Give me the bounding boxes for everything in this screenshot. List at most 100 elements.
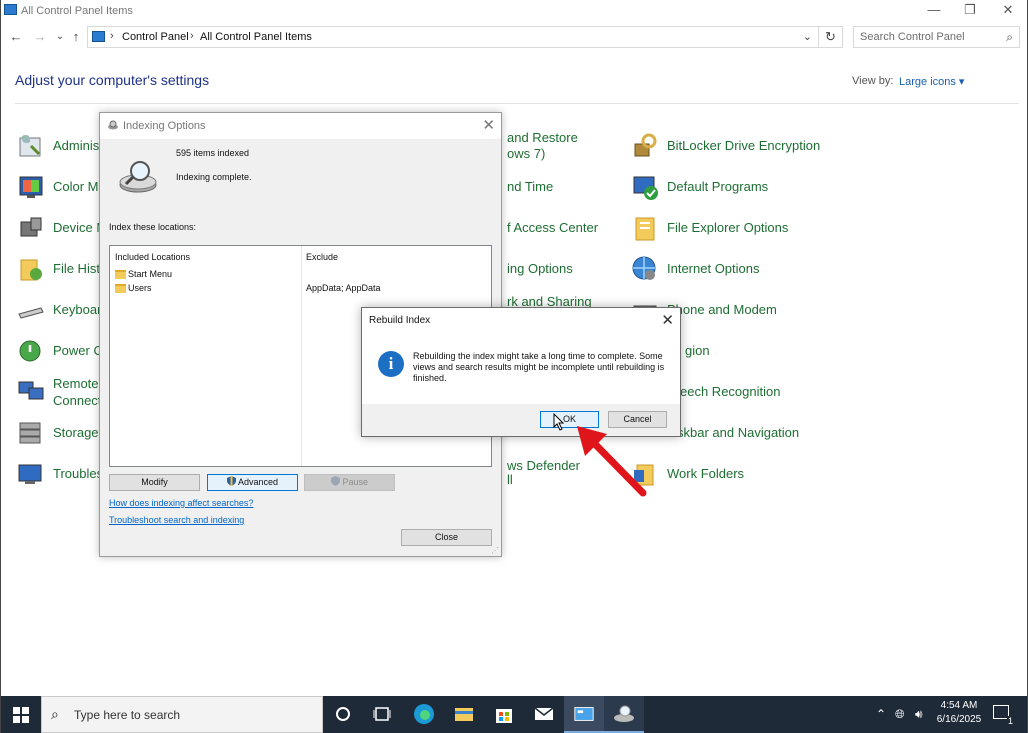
- taskbar-indexing-options[interactable]: [604, 696, 644, 733]
- color-management-icon: [19, 176, 43, 198]
- info-icon: i: [378, 351, 404, 377]
- rebuild-dialog-title: Rebuild Index: [369, 315, 431, 326]
- resize-grip-icon[interactable]: ⋰: [491, 546, 499, 555]
- indexing-help-link[interactable]: How does indexing affect searches?: [109, 498, 253, 508]
- chevron-down-icon[interactable]: ⌄: [803, 30, 812, 43]
- network-globe-icon[interactable]: 🌐︎: [895, 707, 905, 722]
- globe-icon: [632, 256, 656, 280]
- advanced-button-label: Advanced: [237, 477, 279, 487]
- pause-button-label: Pause: [342, 477, 369, 487]
- start-button[interactable]: [1, 696, 41, 733]
- remote-connections-icon: [18, 381, 44, 400]
- taskbar-search-input[interactable]: ⌕ Type here to search: [41, 696, 323, 733]
- cp-item-label: skbar and Navigation: [677, 425, 800, 440]
- window-title: All Control Panel Items: [21, 5, 133, 17]
- close-icon[interactable]: ✕: [661, 311, 674, 329]
- folder-icon: [115, 270, 126, 279]
- notification-count: 1: [1006, 716, 1014, 726]
- file-history-icon: [20, 259, 42, 281]
- notification-center-icon[interactable]: 1: [993, 705, 1014, 726]
- search-placeholder: Search Control Panel: [860, 31, 965, 43]
- chevron-right-icon: ›: [190, 30, 194, 42]
- default-programs-icon: [633, 176, 658, 200]
- cp-item-label: Phone and Modem: [667, 302, 777, 317]
- cp-item-label: gion: [685, 343, 710, 358]
- control-panel-icon: [4, 4, 17, 15]
- indexing-icon: [108, 120, 118, 130]
- folder-icon: [115, 284, 126, 293]
- cp-item-label: Keyboar: [53, 302, 102, 317]
- chevron-right-icon: ›: [110, 30, 114, 42]
- minimize-button[interactable]: —: [917, 0, 951, 22]
- mail-icon[interactable]: [532, 702, 556, 726]
- cp-item-label: Storage: [53, 425, 99, 440]
- chevron-up-icon[interactable]: ⌃: [876, 707, 886, 721]
- taskbar: ⌕ Type here to search ⌃ 🌐︎ 🔊︎ 4:54 AM 6/…: [1, 696, 1027, 733]
- location-start-menu[interactable]: Start Menu: [128, 269, 172, 279]
- cp-item-label: Work Folders: [667, 466, 745, 481]
- items-indexed-count: 595 items indexed: [176, 148, 250, 158]
- desktop-screen: All Control Panel Items — ❐ ✕ ← → ⌄ ↑ › …: [0, 0, 1028, 733]
- control-panel-icon: [574, 707, 594, 721]
- address-bar[interactable]: › Control Panel › All Control Panel Item…: [87, 26, 819, 48]
- forward-button[interactable]: →: [31, 28, 49, 46]
- troubleshooting-icon: [18, 464, 42, 484]
- advanced-button[interactable]: Advanced: [207, 474, 298, 491]
- location-users[interactable]: Users: [128, 283, 152, 293]
- view-by-label: View by:: [852, 75, 894, 87]
- cp-item-label: Internet Options: [667, 261, 760, 276]
- exclude-header: Exclude: [306, 252, 339, 262]
- explorer-titlebar: All Control Panel Items — ❐ ✕: [1, 0, 1027, 22]
- rebuild-index-dialog: Rebuild Index ✕ i Rebuilding the index m…: [361, 307, 681, 437]
- column-divider: [301, 246, 302, 466]
- breadcrumb-control-panel[interactable]: Control Panel: [122, 31, 189, 43]
- search-icon[interactable]: ⌕: [1006, 30, 1013, 45]
- back-button[interactable]: ←: [7, 28, 25, 46]
- up-button[interactable]: ↑: [67, 28, 85, 46]
- page-heading: Adjust your computer's settings: [15, 72, 210, 88]
- refresh-button[interactable]: ↻: [819, 26, 843, 48]
- shield-icon: [330, 476, 340, 486]
- cp-item-label: Remote: [53, 376, 99, 391]
- close-icon[interactable]: ✕: [482, 116, 495, 134]
- taskbar-clock[interactable]: 4:54 AM 6/16/2025: [933, 699, 985, 727]
- cp-item-label: ing Options: [507, 261, 573, 276]
- close-window-button[interactable]: ✕: [991, 0, 1025, 22]
- file-explorer-icon[interactable]: [452, 702, 476, 726]
- edge-browser-icon[interactable]: [412, 702, 436, 726]
- pause-button[interactable]: Pause: [304, 474, 395, 491]
- restore-button[interactable]: ❐: [953, 0, 987, 22]
- file-explorer-options-icon: [635, 217, 655, 241]
- modify-button[interactable]: Modify: [109, 474, 200, 491]
- task-view-icon[interactable]: [370, 702, 394, 726]
- volume-icon[interactable]: 🔊︎: [915, 707, 923, 722]
- taskbar-search-placeholder: Type here to search: [74, 708, 181, 722]
- close-button[interactable]: Close: [401, 529, 492, 546]
- breadcrumb-all-items[interactable]: All Control Panel Items: [200, 31, 312, 43]
- taskbar-control-panel[interactable]: [564, 696, 604, 733]
- cp-item-label: Power O: [53, 343, 104, 358]
- cp-item-label: eech Recognition: [680, 384, 781, 399]
- search-icon: ⌕: [51, 706, 59, 722]
- indexing-status: Indexing complete.: [176, 172, 252, 182]
- rebuild-message: Rebuilding the index might take a long t…: [413, 351, 665, 383]
- windows-logo-icon: [13, 707, 29, 723]
- store-icon[interactable]: [492, 702, 516, 726]
- included-locations-header: Included Locations: [115, 252, 191, 262]
- cp-item-label: and Restore: [507, 130, 578, 145]
- exclude-users-value: AppData; AppData: [306, 283, 381, 293]
- cp-item-label-line2: Connect: [53, 393, 102, 408]
- cp-item-label: Adminis: [53, 138, 100, 153]
- control-panel-icon: [92, 31, 105, 42]
- cp-item-label: BitLocker Drive Encryption: [667, 138, 821, 153]
- cortana-icon[interactable]: [331, 702, 355, 726]
- troubleshoot-link[interactable]: Troubleshoot search and indexing: [109, 515, 244, 525]
- view-by-dropdown[interactable]: Large icons ▾: [899, 75, 964, 88]
- annotation-arrow-icon: [577, 426, 647, 497]
- indexing-icon: [614, 705, 634, 722]
- administrative-tools-icon: [19, 134, 41, 157]
- search-control-panel-input[interactable]: Search Control Panel ⌕: [853, 26, 1020, 48]
- keyboard-icon: [18, 307, 44, 319]
- cp-item-label: nd Time: [507, 179, 554, 194]
- indexing-magnifier-icon: [119, 161, 157, 193]
